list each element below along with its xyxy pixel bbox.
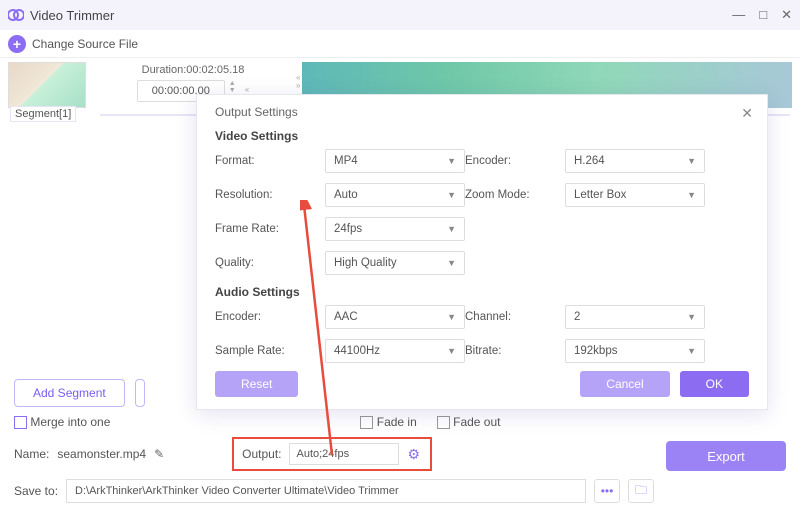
edit-name-icon[interactable]: ✎ (154, 447, 164, 461)
dialog-close-icon[interactable]: ✕ (741, 105, 753, 122)
save-to-label: Save to: (14, 484, 58, 498)
video-settings-heading: Video Settings (215, 129, 749, 143)
add-segment-button[interactable]: Add Segment (14, 379, 125, 407)
encoder-select[interactable]: H.264▼ (565, 149, 705, 173)
audio-settings-heading: Audio Settings (215, 285, 749, 299)
audio-settings-grid: Encoder: AAC▼ Channel: 2▼ Sample Rate: 4… (215, 305, 749, 363)
resolution-label: Resolution: (215, 189, 325, 201)
dialog-title: Output Settings (215, 105, 749, 119)
window-title: Video Trimmer (30, 8, 114, 23)
bitrate-label: Bitrate: (465, 345, 565, 357)
minimize-button[interactable]: — (732, 7, 745, 23)
channel-label: Channel: (465, 311, 565, 323)
zoom-label: Zoom Mode: (465, 189, 565, 201)
samplerate-label: Sample Rate: (215, 345, 325, 357)
output-box: Output: Auto;24fps ⚙ (232, 437, 432, 471)
app-logo-icon (8, 7, 24, 23)
aencoder-select[interactable]: AAC▼ (325, 305, 465, 329)
secondary-button[interactable] (135, 379, 145, 407)
merge-checkbox-wrap[interactable]: Merge into one (14, 415, 110, 429)
segment-thumbnail[interactable] (8, 62, 86, 108)
maximize-button[interactable]: □ (759, 7, 767, 23)
fade-in-label: Fade in (377, 415, 417, 429)
chevron-down-icon: ▼ (687, 312, 696, 322)
chevron-down-icon: ▼ (687, 346, 696, 356)
export-button[interactable]: Export (666, 441, 786, 471)
channel-select[interactable]: 2▼ (565, 305, 705, 329)
resolution-select[interactable]: Auto▼ (325, 183, 465, 207)
quality-label: Quality: (215, 257, 325, 269)
output-value-input[interactable]: Auto;24fps (289, 443, 399, 465)
aencoder-label: Encoder: (215, 311, 325, 323)
merge-label: Merge into one (30, 415, 110, 429)
source-bar: + Change Source File (0, 30, 800, 58)
title-bar: Video Trimmer — □ ✕ (0, 0, 800, 30)
output-label: Output: (242, 447, 281, 461)
chevron-down-icon: ▼ (447, 258, 456, 268)
checkbox-icon (437, 416, 450, 429)
bitrate-select[interactable]: 192kbps▼ (565, 339, 705, 363)
ok-button[interactable]: OK (680, 371, 749, 397)
gear-icon[interactable]: ⚙ (407, 446, 420, 463)
quality-select[interactable]: High Quality▼ (325, 251, 465, 275)
file-name: seamonster.mp4 (57, 447, 146, 461)
cancel-button[interactable]: Cancel (580, 371, 669, 397)
format-label: Format: (215, 155, 325, 167)
close-button[interactable]: ✕ (781, 7, 792, 23)
format-select[interactable]: MP4▼ (325, 149, 465, 173)
reset-button[interactable]: Reset (215, 371, 298, 397)
fade-out-label: Fade out (453, 415, 500, 429)
chevron-down-icon: ▼ (447, 190, 456, 200)
checkbox-icon (14, 416, 27, 429)
video-settings-grid: Format: MP4▼ Encoder: H.264▼ Resolution:… (215, 149, 749, 275)
save-path-input[interactable]: D:\ArkThinker\ArkThinker Video Converter… (66, 479, 586, 503)
framerate-label: Frame Rate: (215, 223, 325, 235)
chevron-down-icon: ▼ (447, 224, 456, 234)
output-settings-dialog: Output Settings ✕ Video Settings Format:… (196, 94, 768, 410)
name-label: Name: (14, 447, 49, 461)
fade-in-checkbox-wrap[interactable]: Fade in (360, 415, 416, 429)
encoder-label: Encoder: (465, 155, 565, 167)
zoom-select[interactable]: Letter Box▼ (565, 183, 705, 207)
fade-out-checkbox-wrap[interactable]: Fade out (437, 415, 501, 429)
chevron-down-icon: ▼ (447, 156, 456, 166)
chevron-down-icon: ▼ (447, 346, 456, 356)
plus-icon[interactable]: + (8, 35, 26, 53)
chevron-down-icon: ▼ (687, 156, 696, 166)
duration-label: Duration:00:02:05.18 (142, 64, 245, 76)
chevron-down-icon: ▼ (447, 312, 456, 322)
change-source-link[interactable]: Change Source File (32, 37, 138, 51)
more-button[interactable]: ••• (594, 479, 620, 503)
checkbox-icon (360, 416, 373, 429)
samplerate-select[interactable]: 44100Hz▼ (325, 339, 465, 363)
chevron-down-icon: ▼ (687, 190, 696, 200)
open-folder-icon[interactable]: 🗀 (628, 479, 654, 503)
framerate-select[interactable]: 24fps▼ (325, 217, 465, 241)
segment-tag[interactable]: Segment[1] (10, 106, 76, 122)
